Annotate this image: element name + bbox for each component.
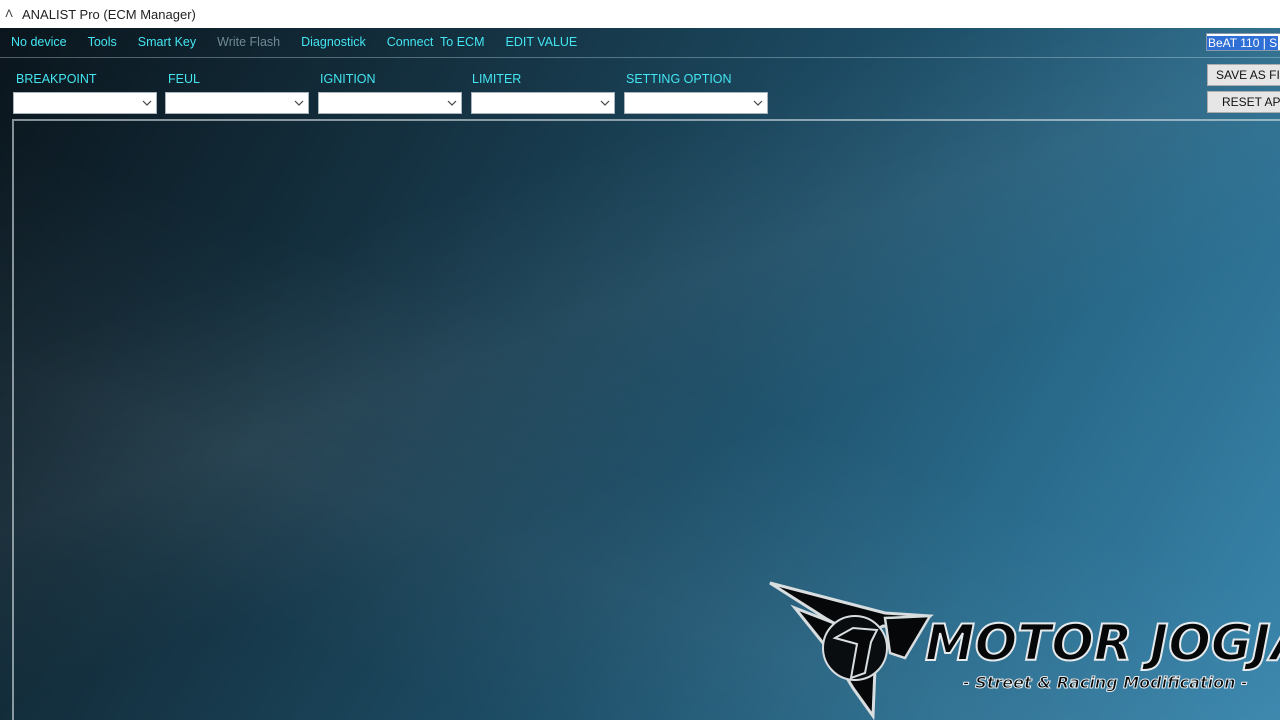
menu-diagnostick[interactable]: Diagnostick: [301, 35, 366, 49]
feul-dropdown[interactable]: [165, 92, 309, 114]
app-window: Λ ANALIST Pro (ECM Manager) No device To…: [0, 0, 1280, 720]
brand-text: MOTOR JOGJA: [925, 614, 1280, 672]
menu-divider: [0, 57, 1280, 58]
setting-option-dropdown[interactable]: [624, 92, 768, 114]
model-field[interactable]: BeAT 110 | S: [1206, 33, 1280, 51]
reset-button[interactable]: RESET AP: [1207, 91, 1280, 113]
title-bar: Λ ANALIST Pro (ECM Manager): [0, 0, 1280, 28]
menu-bar: No device Tools Smart Key Write Flash Di…: [0, 28, 1280, 56]
chevron-down-icon: [753, 100, 763, 106]
chevron-down-icon: [294, 100, 304, 106]
motor-jogja-logo: MOTOR JOGJA - Street & Racing Modificati…: [765, 578, 1280, 720]
breakpoint-label: BREAKPOINT: [16, 72, 97, 86]
limiter-label: LIMITER: [472, 72, 522, 86]
logo-image: MOTOR JOGJA - Street & Racing Modificati…: [769, 581, 1280, 720]
menu-tools[interactable]: Tools: [88, 35, 117, 49]
save-as-file-button[interactable]: SAVE AS FI: [1207, 64, 1280, 86]
ignition-dropdown[interactable]: [318, 92, 462, 114]
feul-label: FEUL: [168, 72, 200, 86]
breakpoint-dropdown[interactable]: [13, 92, 157, 114]
model-field-value: BeAT 110 | S: [1207, 36, 1279, 50]
setting-option-label: SETTING OPTION: [626, 72, 732, 86]
window-title: ANALIST Pro (ECM Manager): [22, 6, 196, 22]
menu-no-device[interactable]: No device: [11, 35, 67, 49]
tagline-text: - Street & Racing Modification -: [963, 673, 1248, 692]
chevron-down-icon: [447, 100, 457, 106]
app-icon: Λ: [5, 8, 13, 20]
chevron-down-icon: [600, 100, 610, 106]
menu-connect-to-ecm[interactable]: Connect To ECM: [387, 35, 485, 49]
menu-write-flash[interactable]: Write Flash: [217, 35, 280, 49]
limiter-dropdown[interactable]: [471, 92, 615, 114]
menu-edit-value[interactable]: EDIT VALUE: [505, 35, 577, 49]
chevron-down-icon: [142, 100, 152, 106]
ignition-label: IGNITION: [320, 72, 376, 86]
menu-smart-key[interactable]: Smart Key: [138, 35, 196, 49]
